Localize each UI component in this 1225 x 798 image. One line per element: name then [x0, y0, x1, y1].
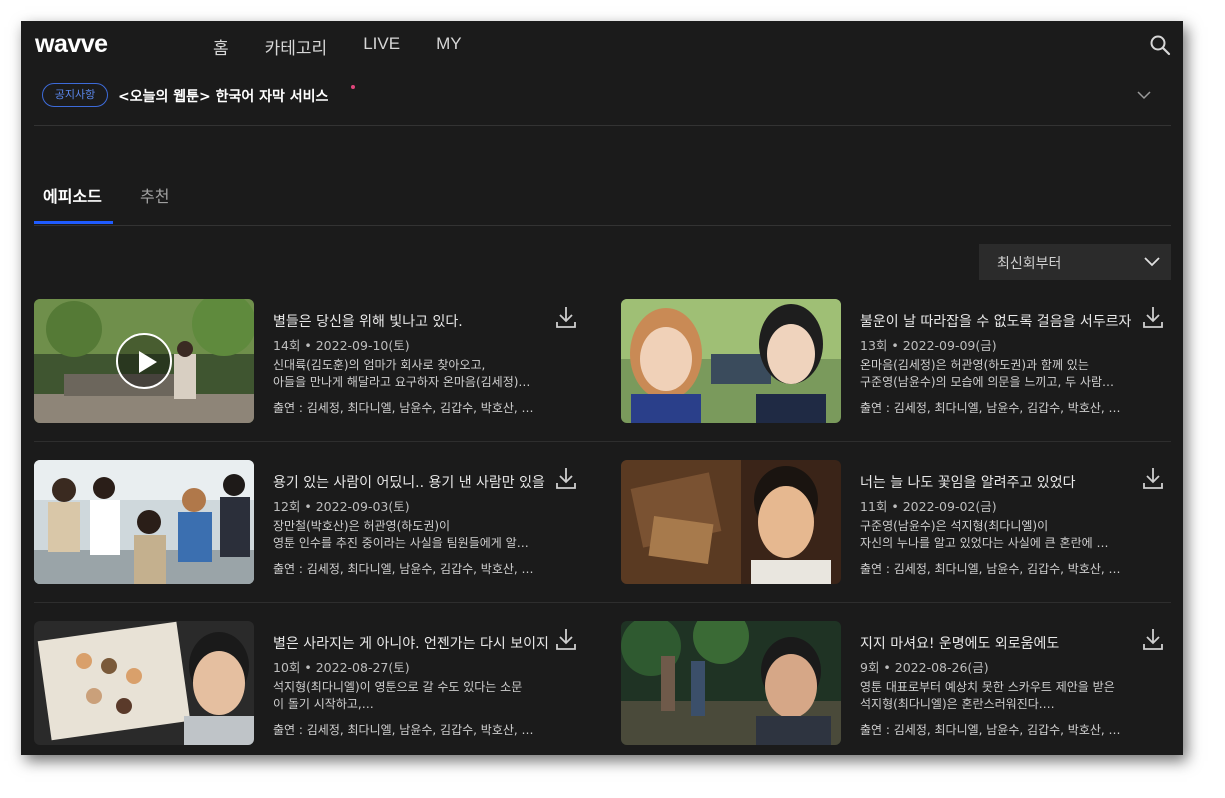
- notice-badge: 공지사항: [42, 83, 108, 107]
- description-line: 장만철(박호산)은 허관영(하도권)이: [273, 519, 451, 533]
- episode-item[interactable]: 용기 있는 사람이 어딨니.. 용기 낸 사람만 있을 뿐 12회 • 2022…: [34, 460, 584, 585]
- new-dot-icon: [351, 85, 355, 89]
- episode-thumbnail[interactable]: [621, 621, 841, 745]
- sort-label: 최신회부터: [997, 256, 1062, 272]
- chevron-down-icon[interactable]: [1136, 87, 1152, 103]
- episode-thumbnail[interactable]: [621, 460, 841, 584]
- episode-meta: 14회 • 2022-09-10(토): [273, 338, 410, 353]
- notice-bar[interactable]: 공지사항 <오늘의 웹툰> 한국어 자막 서비스: [42, 83, 1152, 109]
- content-tabs: 에피소드 추천: [34, 171, 1171, 226]
- episode-cast: 출연 : 김세정, 최다니엘, 남윤수, 김갑수, 박호산, …: [860, 562, 1121, 576]
- episode-title: 불운이 날 따라잡을 수 없도록 걸음을 서두르자: [860, 314, 1132, 330]
- download-icon[interactable]: [1142, 466, 1164, 490]
- episode-cast: 출연 : 김세정, 최다니엘, 남윤수, 김갑수, 박호산, …: [273, 562, 534, 576]
- episode-item[interactable]: 불운이 날 따라잡을 수 없도록 걸음을 서두르자 13회 • 2022-09-…: [621, 299, 1171, 424]
- description-line: 구준영(남윤수)은 석지형(최다니엘)이: [860, 519, 1049, 533]
- tab-episodes[interactable]: 에피소드: [43, 183, 102, 207]
- episode-thumbnail[interactable]: [621, 299, 841, 423]
- episode-title: 지지 마셔요! 운명에도 외로움에도: [860, 636, 1060, 652]
- episode-title: 별은 사라지는 게 아니야. 언젠가는 다시 보이지: [273, 636, 549, 652]
- episode-thumbnail[interactable]: [34, 299, 254, 423]
- wavve-logo[interactable]: wavve: [35, 30, 108, 59]
- play-icon[interactable]: [116, 333, 172, 389]
- episode-title: 너는 늘 나도 꽃임을 알려주고 있었다: [860, 475, 1076, 491]
- download-icon[interactable]: [555, 466, 577, 490]
- description-line: 석지형(최다니엘)이 영툰으로 갈 수도 있다는 소문: [273, 680, 523, 694]
- episode-meta: 12회 • 2022-09-03(토): [273, 499, 410, 514]
- episode-item[interactable]: 너는 늘 나도 꽃임을 알려주고 있었다 11회 • 2022-09-02(금)…: [621, 460, 1171, 585]
- episode-cast: 출연 : 김세정, 최다니엘, 남윤수, 김갑수, 박호산, …: [860, 401, 1121, 415]
- episode-description: 온마음(김세정)은 허관영(하도권)과 함께 있는 구준영(남윤수)의 모습에 …: [860, 357, 1136, 391]
- description-line: 영툰 인수를 추진 중이라는 사실을 팀원들에게 알…: [273, 536, 529, 550]
- description-line: 신대륙(김도훈)의 엄마가 회사로 찾아오고,: [273, 358, 486, 372]
- download-icon[interactable]: [555, 305, 577, 329]
- episode-description: 장만철(박호산)은 허관영(하도권)이 영툰 인수를 추진 중이라는 사실을 팀…: [273, 518, 549, 552]
- episode-cast: 출연 : 김세정, 최다니엘, 남윤수, 김갑수, 박호산, …: [273, 723, 534, 737]
- episode-description: 구준영(남윤수)은 석지형(최다니엘)이 자신의 누나를 알고 있었다는 사실에…: [860, 518, 1136, 552]
- description-line: 구준영(남윤수)의 모습에 의문을 느끼고, 두 사람…: [860, 375, 1115, 389]
- tab-recommend[interactable]: 추천: [140, 183, 169, 207]
- description-line: 아들을 만나게 해달라고 요구하자 온마음(김세정)…: [273, 375, 531, 389]
- episode-meta: 10회 • 2022-08-27(토): [273, 660, 410, 675]
- episode-thumbnail[interactable]: [34, 621, 254, 745]
- divider: [34, 125, 1171, 126]
- top-header: wavve 홈 카테고리 LIVE MY: [21, 21, 1183, 69]
- episode-thumbnail[interactable]: [34, 460, 254, 584]
- episode-meta: 9회 • 2022-08-26(금): [860, 660, 989, 675]
- episode-meta: 13회 • 2022-09-09(금): [860, 338, 997, 353]
- episode-title: 별들은 당신을 위해 빛나고 있다.: [273, 314, 463, 330]
- notice-text[interactable]: <오늘의 웹툰> 한국어 자막 서비스: [118, 86, 328, 106]
- divider: [34, 225, 1171, 226]
- download-icon[interactable]: [1142, 627, 1164, 651]
- episode-cast: 출연 : 김세정, 최다니엘, 남윤수, 김갑수, 박호산, …: [273, 401, 534, 415]
- chevron-down-icon: [1143, 253, 1161, 271]
- episode-item[interactable]: 별은 사라지는 게 아니야. 언젠가는 다시 보이지 10회 • 2022-08…: [34, 621, 584, 746]
- sort-dropdown[interactable]: 최신회부터: [979, 244, 1171, 280]
- episode-description: 신대륙(김도훈)의 엄마가 회사로 찾아오고, 아들을 만나게 해달라고 요구하…: [273, 357, 549, 391]
- description-line: 온마음(김세정)은 허관영(하도권)과 함께 있는: [860, 358, 1089, 372]
- episode-item[interactable]: 별들은 당신을 위해 빛나고 있다. 14회 • 2022-09-10(토) 신…: [34, 299, 584, 424]
- description-line: 영툰 대표로부터 예상치 못한 스카우트 제안을 받은: [860, 680, 1115, 694]
- search-icon[interactable]: [1149, 34, 1171, 56]
- active-tab-indicator: [34, 221, 113, 224]
- row-divider: [34, 441, 1171, 442]
- episode-meta: 11회 • 2022-09-02(금): [860, 499, 997, 514]
- description-line: 자신의 누나를 알고 있었다는 사실에 큰 혼란에 …: [860, 536, 1109, 550]
- nav-category[interactable]: 카테고리: [265, 34, 328, 59]
- nav-my[interactable]: MY: [436, 34, 462, 59]
- description-line: 이 돌기 시작하고,…: [273, 697, 374, 711]
- nav-live[interactable]: LIVE: [363, 34, 400, 59]
- app-window: wavve 홈 카테고리 LIVE MY 공지사항 <오늘의 웹툰> 한국어 자…: [21, 21, 1183, 755]
- download-icon[interactable]: [555, 627, 577, 651]
- row-divider: [34, 602, 1171, 603]
- episode-title: 용기 있는 사람이 어딨니.. 용기 낸 사람만 있을 뿐: [273, 475, 549, 491]
- description-line: 석지형(최다니엘)은 혼란스러워진다.…: [860, 697, 1055, 711]
- main-nav: 홈 카테고리 LIVE MY: [213, 34, 498, 59]
- episode-item[interactable]: 지지 마셔요! 운명에도 외로움에도 9회 • 2022-08-26(금) 영툰…: [621, 621, 1171, 746]
- episode-description: 석지형(최다니엘)이 영툰으로 갈 수도 있다는 소문 이 돌기 시작하고,…: [273, 679, 549, 713]
- nav-home[interactable]: 홈: [213, 34, 229, 59]
- download-icon[interactable]: [1142, 305, 1164, 329]
- episode-cast: 출연 : 김세정, 최다니엘, 남윤수, 김갑수, 박호산, …: [860, 723, 1121, 737]
- episode-description: 영툰 대표로부터 예상치 못한 스카우트 제안을 받은 석지형(최다니엘)은 혼…: [860, 679, 1136, 713]
